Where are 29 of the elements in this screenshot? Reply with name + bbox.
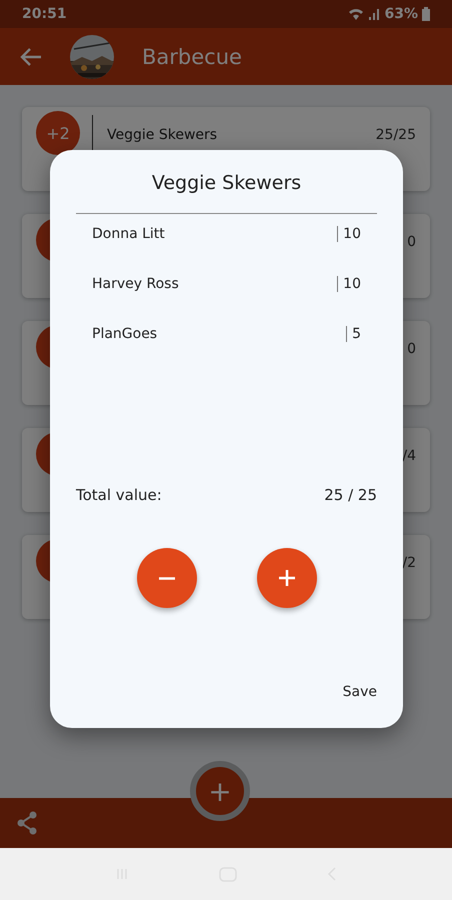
item-count: /2	[402, 555, 416, 571]
person-name: Donna Litt	[92, 226, 166, 242]
item-count: 0	[407, 234, 416, 250]
count-badge: +2	[36, 111, 80, 155]
battery-icon	[422, 7, 430, 21]
amount-field[interactable]: 5	[346, 326, 361, 342]
decrement-button[interactable]	[136, 548, 196, 608]
group-title: Barbecue	[142, 44, 242, 68]
save-button[interactable]: Save	[342, 680, 377, 704]
item-count: 0	[407, 341, 416, 357]
item-name: Veggie Skewers	[107, 127, 218, 143]
amount-field[interactable]: 10	[337, 276, 361, 292]
person-name: Harvey Ross	[92, 276, 180, 292]
back-arrow-icon[interactable]	[20, 48, 42, 66]
total-value: 25 / 25	[324, 486, 377, 504]
battery-percent: 63%	[384, 6, 418, 22]
item-count: 25/25	[376, 127, 416, 143]
increment-button[interactable]	[256, 548, 316, 608]
signal-icon	[368, 7, 380, 21]
dialog-title: Veggie Skewers	[76, 172, 377, 214]
share-icon[interactable]	[16, 811, 38, 835]
person-name: PlanGoes	[92, 326, 158, 342]
item-count: /4	[402, 448, 416, 464]
minus-icon	[158, 576, 176, 580]
plus-icon	[278, 569, 296, 587]
status-time: 20:51	[22, 6, 68, 22]
total-label: Total value:	[76, 486, 163, 504]
amount-field[interactable]: 10	[337, 226, 361, 242]
wifi-icon	[348, 7, 364, 21]
